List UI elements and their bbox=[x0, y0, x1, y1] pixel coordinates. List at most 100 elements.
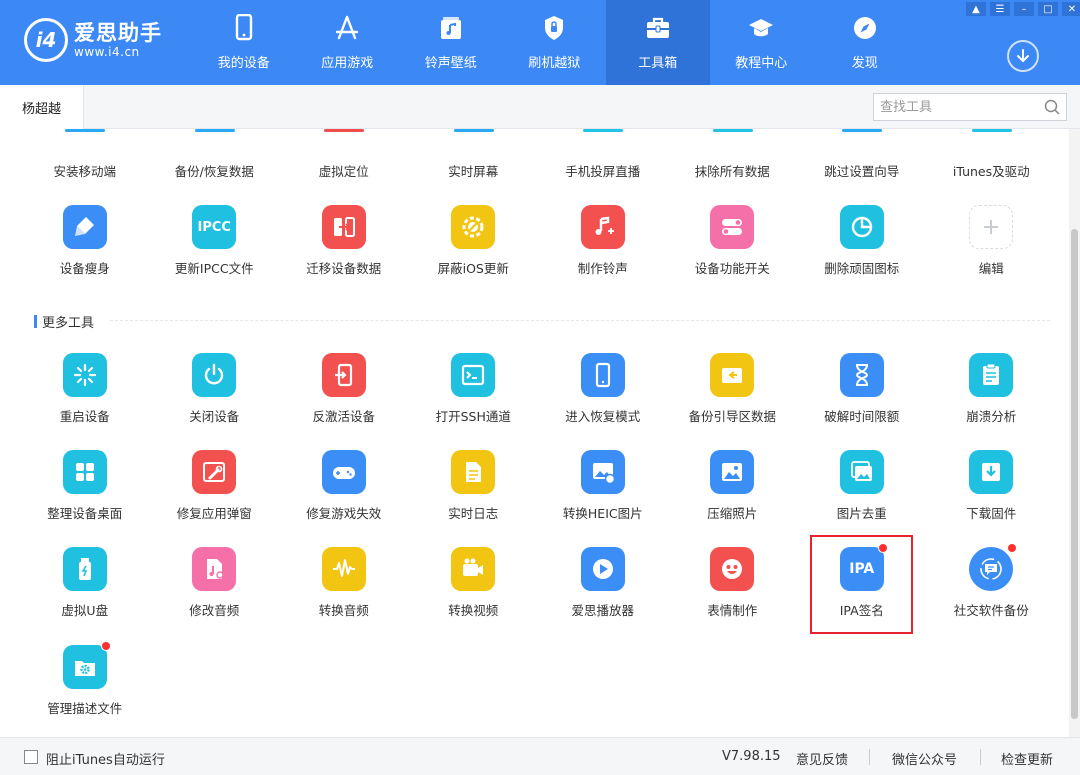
tool-download-firmware[interactable]: 下载固件 bbox=[927, 450, 1057, 522]
tool-recovery-mode[interactable]: 进入恢复模式 bbox=[538, 353, 668, 425]
tool-convert-video[interactable]: 转换视频 bbox=[409, 547, 539, 619]
tool-organize-desktop[interactable]: 整理设备桌面 bbox=[20, 450, 150, 522]
tool-make-emoji[interactable]: 表情制作 bbox=[668, 547, 798, 619]
tool-label: 更新IPCC文件 bbox=[174, 261, 254, 276]
nav-my-device[interactable]: 我的设备 bbox=[192, 0, 296, 85]
tool-virtual-usb[interactable]: 虚拟U盘 bbox=[20, 547, 150, 619]
tool-label: 爱思播放器 bbox=[571, 603, 634, 618]
block-itunes-checkbox[interactable] bbox=[24, 750, 38, 764]
top-header: i4 爱思助手 www.i4.cn 我的设备 应用游戏 铃声壁纸 刷机越狱 工具… bbox=[0, 0, 1080, 85]
terminal-icon bbox=[451, 353, 496, 397]
minimize-icon[interactable]: – bbox=[1014, 2, 1034, 16]
nav-label: 我的设备 bbox=[217, 56, 270, 71]
skin-icon[interactable]: ▲ bbox=[966, 2, 986, 16]
tool-label: 进入恢复模式 bbox=[565, 409, 641, 424]
tool-search-input[interactable] bbox=[874, 94, 1034, 120]
tool-manage-profiles[interactable]: 管理描述文件 bbox=[20, 641, 150, 717]
app-store-icon bbox=[336, 15, 359, 40]
tool-label: 崩溃分析 bbox=[966, 409, 1017, 424]
nav-flash-jailbreak[interactable]: 刷机越狱 bbox=[503, 0, 607, 85]
video-camera-icon bbox=[451, 547, 496, 591]
tool-backup-restore[interactable]: 备份/恢复数据 bbox=[150, 129, 280, 183]
menu-icon[interactable]: ☰ bbox=[990, 2, 1010, 16]
tool-realtime-log[interactable]: 实时日志 bbox=[409, 450, 539, 522]
tool-virtual-location[interactable]: 虚拟定位 bbox=[279, 129, 409, 183]
tool-convert-audio[interactable]: 转换音频 bbox=[279, 547, 409, 619]
tool-crack-time-limit[interactable]: 破解时间限额 bbox=[797, 353, 927, 425]
tool-realtime-screen[interactable]: 实时屏幕 bbox=[409, 129, 539, 183]
shield-icon bbox=[545, 16, 564, 40]
tool-label: 表情制作 bbox=[707, 603, 758, 618]
tool-label: 关闭设备 bbox=[189, 409, 240, 424]
tool-label: 破解时间限额 bbox=[824, 409, 900, 424]
tool-dedupe-images[interactable]: 图片去重 bbox=[797, 450, 927, 522]
maximize-icon[interactable]: □ bbox=[1038, 2, 1058, 16]
nav-toolbox[interactable]: 工具箱 bbox=[606, 0, 710, 85]
wechat-link[interactable]: 微信公众号 bbox=[892, 749, 957, 768]
download-box-icon bbox=[969, 450, 1014, 494]
nav-discover[interactable]: 发现 bbox=[813, 0, 917, 85]
tool-ipa-sign[interactable]: IPA IPA签名 bbox=[797, 543, 927, 619]
tool-make-ringtone[interactable]: 制作铃声 bbox=[538, 205, 668, 277]
ipa-icon: IPA bbox=[839, 543, 888, 591]
more-tools-row-4: 管理描述文件 bbox=[20, 641, 1060, 717]
tool-block-ios-update[interactable]: 屏蔽iOS更新 bbox=[409, 205, 539, 277]
tool-label: 修复游戏失效 bbox=[306, 506, 382, 521]
device-tab[interactable]: 杨超越 bbox=[0, 85, 84, 130]
nav-ringtones-wallpapers[interactable]: 铃声壁纸 bbox=[399, 0, 503, 85]
nav-tutorials[interactable]: 教程中心 bbox=[710, 0, 814, 85]
logo-mark: i4 bbox=[24, 18, 68, 62]
transfer-icon bbox=[321, 205, 366, 249]
download-manager-button[interactable] bbox=[1007, 40, 1039, 72]
tool-update-ipcc[interactable]: IPCC 更新IPCC文件 bbox=[150, 205, 280, 277]
nav-apps-games[interactable]: 应用游戏 bbox=[296, 0, 400, 85]
tools-row-partial: 安装移动端 备份/恢复数据 虚拟定位 实时屏幕 手机投屏直播 抹除所有数据 跳过… bbox=[20, 129, 1060, 183]
check-update-link[interactable]: 检查更新 bbox=[1001, 749, 1053, 768]
tool-install-mobile[interactable]: 安装移动端 bbox=[20, 129, 150, 183]
tool-label: 制作铃声 bbox=[577, 261, 628, 276]
search-icon[interactable] bbox=[1044, 99, 1060, 115]
tool-label: 虚拟U盘 bbox=[61, 603, 109, 618]
tool-migrate-data[interactable]: 迁移设备数据 bbox=[279, 205, 409, 277]
feedback-link[interactable]: 意见反馈 bbox=[796, 749, 848, 768]
scrollbar-thumb[interactable] bbox=[1071, 229, 1078, 719]
tool-label: 备份/恢复数据 bbox=[174, 164, 254, 179]
tool-compress-photo[interactable]: 压缩照片 bbox=[668, 450, 798, 522]
tool-backup-boot-data[interactable]: 备份引导区数据 bbox=[668, 353, 798, 425]
tool-fix-app-popup[interactable]: 修复应用弹窗 bbox=[150, 450, 280, 522]
tool-open-ssh[interactable]: 打开SSH通道 bbox=[409, 353, 539, 425]
tool-edit[interactable]: 编辑 bbox=[927, 205, 1057, 277]
tool-restart-device[interactable]: 重启设备 bbox=[20, 353, 150, 425]
block-itunes-label: 阻止iTunes自动运行 bbox=[46, 753, 165, 768]
tool-fix-game[interactable]: 修复游戏失效 bbox=[279, 450, 409, 522]
tool-edit-audio[interactable]: 修改音频 bbox=[150, 547, 280, 619]
status-footer: 阻止iTunes自动运行 V7.98.15 意见反馈 微信公众号 检查更新 bbox=[0, 737, 1080, 775]
compass-icon bbox=[853, 17, 876, 39]
window-controls: ▲ ☰ – □ ✕ bbox=[966, 2, 1080, 16]
tool-screen-mirror[interactable]: 手机投屏直播 bbox=[538, 129, 668, 183]
nav-label: 发现 bbox=[851, 56, 878, 71]
content-scrollbar[interactable] bbox=[1069, 129, 1080, 737]
music-image-icon bbox=[440, 17, 461, 39]
tool-convert-heic[interactable]: 转换HEIC图片 bbox=[538, 450, 668, 522]
tool-shutdown-device[interactable]: 关闭设备 bbox=[150, 353, 280, 425]
tool-skip-setup[interactable]: 跳过设置向导 bbox=[797, 129, 927, 183]
section-title-text: 更多工具 bbox=[42, 316, 95, 331]
disk-backup-icon bbox=[710, 353, 755, 397]
tool-crash-analysis[interactable]: 崩溃分析 bbox=[927, 353, 1057, 425]
section-marker bbox=[34, 315, 37, 328]
tool-deactivate-device[interactable]: 反激活设备 bbox=[279, 353, 409, 425]
tool-feature-switch[interactable]: 设备功能开关 bbox=[668, 205, 798, 277]
section-divider bbox=[110, 320, 1050, 321]
images-icon bbox=[839, 450, 884, 494]
tool-delete-stubborn-icons[interactable]: 删除顽固图标 bbox=[797, 205, 927, 277]
tool-label: iTunes及驱动 bbox=[952, 164, 1030, 179]
tool-label: 压缩照片 bbox=[707, 506, 758, 521]
tool-social-backup[interactable]: 社交软件备份 bbox=[927, 543, 1057, 619]
tool-device-cleanup[interactable]: 设备瘦身 bbox=[20, 205, 150, 277]
tool-itunes-drivers[interactable]: iTunes及驱动 bbox=[927, 129, 1057, 183]
tool-erase-all[interactable]: 抹除所有数据 bbox=[668, 129, 798, 183]
close-icon[interactable]: ✕ bbox=[1062, 2, 1080, 16]
plus-icon bbox=[969, 205, 1014, 249]
tool-i4-player[interactable]: 爱思播放器 bbox=[538, 547, 668, 619]
